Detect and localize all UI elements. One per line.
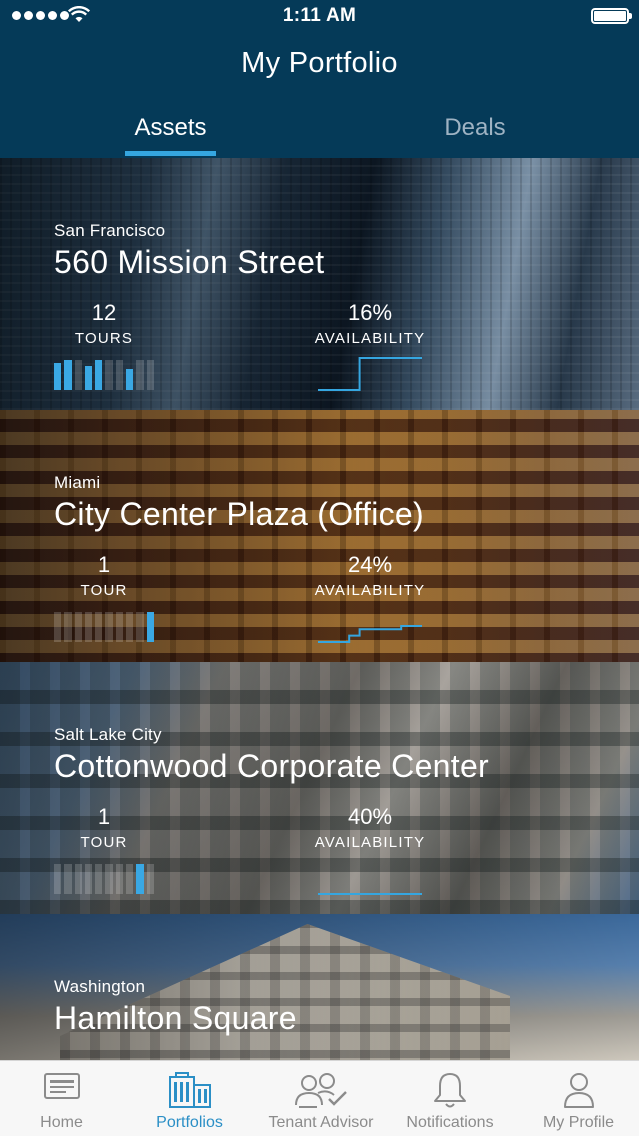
property-name: Hamilton Square [54,1000,297,1036]
availability-trend-line [318,625,422,643]
tour-bar [84,366,93,390]
tour-bar [136,360,144,390]
property-city: Miami [54,473,101,492]
tour-bar [95,864,103,894]
tour-bar [105,864,113,894]
tour-bar [95,612,103,642]
tabbar-label: My Profile [542,1114,615,1131]
availability-sparkline [318,357,422,391]
bottom-tab-bar: Home Portfolios Tenant Advisor Notificat… [0,1060,639,1136]
availability-sparkline [318,893,422,895]
tours-count: 1 [97,804,111,829]
people-check-icon [295,1073,347,1108]
property-city: Salt Lake City [54,725,162,744]
availability-sparkline [318,625,422,643]
tour-bar [105,612,113,642]
availability-label: AVAILABILITY [314,330,426,347]
segment-tabs: Assets Deals [0,104,639,158]
tour-bar [136,864,144,894]
tour-bar [84,612,93,642]
tabbar-label: Home [40,1114,83,1131]
property-card-hamilton-square[interactable]: Washington Hamilton Square [0,914,639,1060]
tabbar-label: Tenant Advisor [268,1114,374,1131]
tour-bar [74,612,82,642]
tabbar-portfolios[interactable]: Portfolios [128,1061,251,1136]
tours-count: 12 [91,300,117,325]
tours-bar-chart [54,862,154,894]
tour-bar [64,864,72,894]
availability-value: 16% [347,300,393,325]
availability-trend-line [318,357,422,391]
tour-bar [74,864,82,894]
tour-bar [64,360,72,390]
status-bar: 1:11 AM [0,0,639,34]
availability-value: 40% [347,804,393,829]
tabbar-tenant-advisor[interactable]: Tenant Advisor [258,1061,384,1136]
tour-bar [126,369,134,390]
availability-label: AVAILABILITY [314,834,426,851]
tours-bar-chart [54,358,154,390]
tour-bar [105,360,113,390]
tours-bar-chart [54,610,154,642]
property-city: San Francisco [54,221,166,240]
availability-value: 24% [347,552,393,577]
tour-bar [115,360,124,390]
tabbar-home[interactable]: Home [0,1061,123,1136]
page-title: My Portfolio [241,47,398,79]
tours-count: 1 [97,552,111,577]
tour-bar [126,612,134,642]
tour-bar [74,360,82,390]
availability-label: AVAILABILITY [314,582,426,599]
building-icon [168,1072,211,1108]
tab-selected-indicator [125,151,216,156]
tour-bar [54,864,62,894]
tour-bar [54,363,62,390]
tours-label: TOURS [74,330,134,347]
tour-bar [126,864,134,894]
home-icon [43,1073,80,1099]
battery-icon [591,8,632,24]
status-time: 1:11 AM [282,5,357,26]
tour-bar [54,612,62,642]
tour-bar [146,612,154,642]
tour-bar [115,612,124,642]
tours-label: TOUR [80,582,128,599]
bell-icon [434,1073,466,1108]
tour-bar [146,864,154,894]
tour-bar [115,864,124,894]
tabbar-notifications[interactable]: Notifications [390,1061,510,1136]
tabbar-my-profile[interactable]: My Profile [518,1061,639,1136]
tour-bar [84,864,93,894]
tour-bar [136,612,144,642]
property-name: Cottonwood Corporate Center [54,748,490,784]
property-name: 560 Mission Street [54,244,325,280]
tab-deals[interactable]: Deals [430,114,520,142]
tabbar-label: Portfolios [156,1114,223,1131]
tour-bar [64,612,72,642]
tours-label: TOUR [80,834,128,851]
header: 1:11 AM My Portfolio Assets Deals [0,0,639,158]
property-card-city-center-plaza[interactable]: Miami City Center Plaza (Office) 1 TOUR … [0,410,639,662]
person-icon [563,1073,594,1108]
tour-bar [95,360,103,390]
tour-bar [146,360,154,390]
property-city: Washington [54,977,146,996]
property-name: City Center Plaza (Office) [54,496,424,532]
property-card-560-mission[interactable]: San Francisco 560 Mission Street 12 TOUR… [0,158,639,410]
tab-assets[interactable]: Assets [125,114,216,142]
tabbar-label: Notifications [406,1114,494,1131]
property-card-cottonwood[interactable]: Salt Lake City Cottonwood Corporate Cent… [0,662,639,914]
